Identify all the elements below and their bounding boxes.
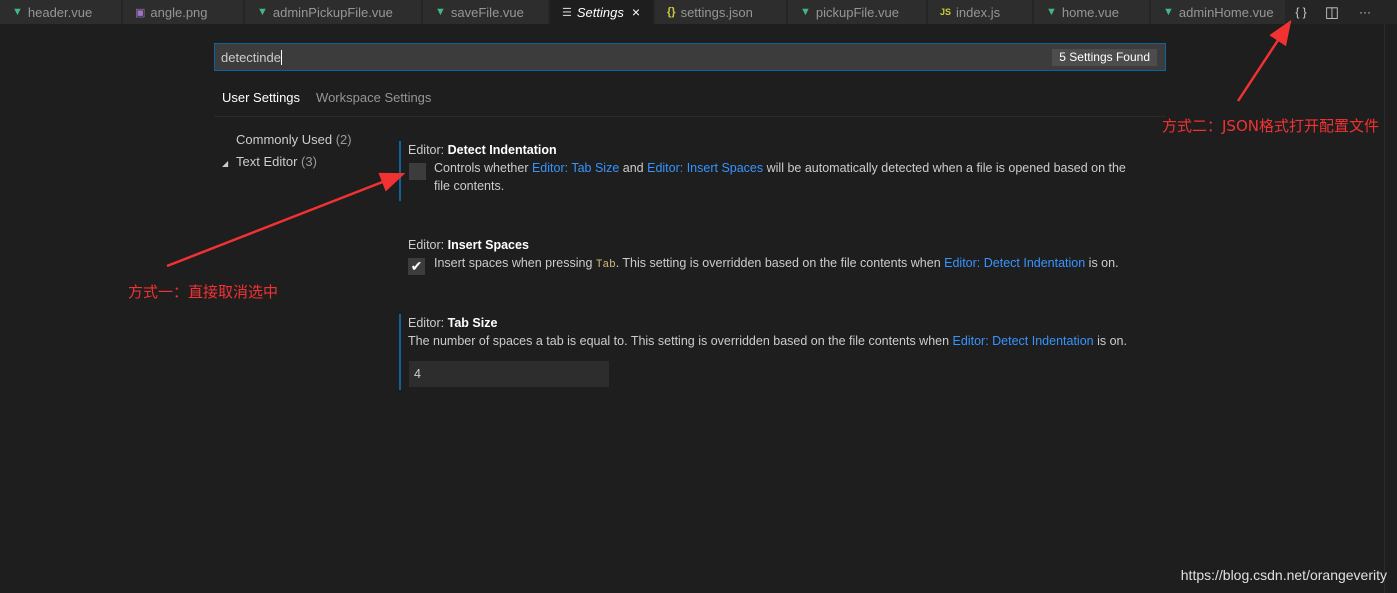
tab-pickup-file-vue[interactable]: ▼ pickupFile.vue	[788, 0, 927, 24]
vue-icon: ▼	[1163, 6, 1174, 18]
tab-workspace-settings[interactable]: Workspace Settings	[308, 82, 439, 116]
link-insert-spaces[interactable]: Editor: Insert Spaces	[647, 161, 763, 175]
setting-title: Editor: Tab Size	[408, 316, 498, 330]
arrow-to-json-button	[1236, 19, 1292, 102]
vue-icon: ▼	[12, 6, 23, 18]
settings-toc: Commonly Used (2) ◢ Text Editor (3)	[222, 132, 352, 176]
annotation-method-two: 方式二：JSON格式打开配置文件	[1162, 117, 1379, 135]
tab-home-vue[interactable]: ▼ home.vue	[1034, 0, 1150, 24]
open-settings-json-button[interactable]: { }	[1288, 0, 1314, 24]
code-tab: Tab	[595, 259, 616, 271]
tab-admin-home-vue[interactable]: ▼ adminHome.vue	[1151, 0, 1286, 24]
setting-description: The number of spaces a tab is equal to. …	[408, 334, 1127, 348]
results-count-badge: 5 Settings Found	[1052, 49, 1157, 66]
arrow-to-checkbox	[166, 172, 406, 268]
tab-label: adminHome.vue	[1178, 4, 1274, 20]
toc-item-commonly-used[interactable]: Commonly Used (2)	[222, 132, 352, 154]
expanded-twistie-icon[interactable]: ◢	[222, 156, 236, 172]
vue-icon: ▼	[1046, 6, 1057, 18]
toc-label: Commonly Used	[236, 132, 333, 147]
vue-icon: ▼	[257, 6, 268, 18]
tab-size-input[interactable]: 4	[409, 361, 609, 387]
tab-header-vue[interactable]: ▼ header.vue	[0, 0, 122, 24]
image-icon: ▣	[135, 6, 146, 19]
tab-index-js[interactable]: JS index.js	[928, 0, 1033, 24]
json-icon: {}	[667, 6, 676, 18]
tab-save-file-vue[interactable]: ▼ saveFile.vue	[423, 0, 549, 24]
watermark: https://blog.csdn.net/orangeverity	[1180, 567, 1387, 583]
link-tab-size[interactable]: Editor: Tab Size	[532, 161, 619, 175]
toc-count: (3)	[301, 154, 317, 169]
more-actions-icon[interactable]: ···	[1352, 0, 1378, 24]
editor-tab-bar: ▼ header.vue ▣ angle.png ▼ adminPickupFile.…	[0, 0, 1397, 24]
tab-label: pickupFile.vue	[815, 4, 899, 20]
vue-icon: ▼	[435, 6, 446, 18]
js-icon: JS	[940, 7, 952, 17]
setting-description: Controls whether Editor: Tab Size and Ed…	[434, 161, 1126, 193]
toc-label: Text Editor	[236, 154, 298, 169]
link-detect-indentation[interactable]: Editor: Detect Indentation	[953, 334, 1094, 348]
settings-search-input[interactable]: detectinde 5 Settings Found	[214, 43, 1166, 71]
tab-label: index.js	[956, 4, 1001, 20]
setting-title: Editor: Detect Indentation	[408, 143, 557, 157]
tab-label: settings.json	[680, 4, 753, 20]
close-icon[interactable]: ×	[632, 4, 640, 20]
vertical-scrollbar[interactable]	[1384, 24, 1397, 593]
tab-admin-pickup-file-vue[interactable]: ▼ adminPickupFile.vue	[245, 0, 422, 24]
tab-user-settings[interactable]: User Settings	[214, 82, 309, 117]
toc-count: (2)	[335, 132, 352, 147]
setting-insert-spaces: Editor: Insert Spaces ✔ Insert spaces wh…	[399, 236, 1119, 278]
tab-settings[interactable]: ☰ Settings ×	[550, 0, 654, 24]
detect-indentation-checkbox[interactable]	[409, 163, 426, 180]
setting-description: Insert spaces when pressing Tab. This se…	[434, 256, 1119, 271]
annotation-method-one: 方式一：直接取消选中	[128, 283, 279, 301]
tab-label: home.vue	[1061, 4, 1119, 20]
tab-label: saveFile.vue	[450, 4, 524, 20]
tab-angle-png[interactable]: ▣ angle.png	[123, 0, 244, 24]
setting-title: Editor: Insert Spaces	[408, 238, 529, 252]
settings-lines-icon: ☰	[562, 6, 572, 19]
split-editor-icon[interactable]: ◫	[1319, 0, 1345, 24]
search-input-value: detectinde	[221, 50, 282, 65]
scope-divider	[214, 116, 1166, 117]
tab-label: adminPickupFile.vue	[272, 4, 393, 20]
tab-label: angle.png	[150, 4, 208, 20]
setting-detect-indentation: Editor: Detect Indentation Controls whet…	[399, 141, 1126, 201]
vue-icon: ▼	[800, 6, 811, 18]
toc-item-text-editor[interactable]: ◢ Text Editor (3)	[222, 154, 352, 176]
tab-settings-json[interactable]: {} settings.json	[655, 0, 787, 24]
setting-tab-size: Editor: Tab Size The number of spaces a …	[399, 314, 1127, 390]
insert-spaces-checkbox[interactable]: ✔	[408, 258, 425, 275]
tab-label: header.vue	[27, 4, 93, 20]
link-detect-indentation[interactable]: Editor: Detect Indentation	[944, 256, 1085, 270]
tab-label: Settings	[576, 4, 624, 20]
settings-scope-tabs: User Settings Workspace Settings	[214, 82, 439, 117]
